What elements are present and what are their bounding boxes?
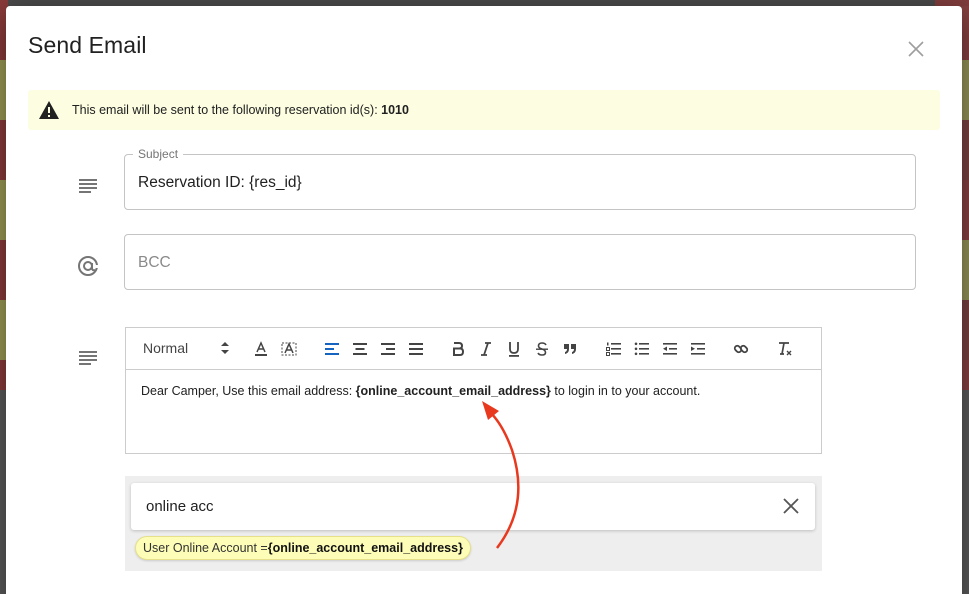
chip-label: User Online Account = bbox=[143, 541, 268, 555]
align-justify-icon[interactable] bbox=[406, 339, 426, 359]
body-text-suffix: to login in to your account. bbox=[550, 384, 701, 398]
background-color-icon[interactable] bbox=[279, 339, 299, 359]
reservation-ids: 1010 bbox=[381, 103, 409, 117]
bullet-list-icon[interactable] bbox=[632, 339, 652, 359]
align-left-icon[interactable] bbox=[322, 339, 342, 359]
alert-message: This email will be sent to the following… bbox=[72, 103, 409, 117]
strike-icon[interactable] bbox=[532, 339, 552, 359]
outdent-icon[interactable] bbox=[660, 339, 680, 359]
subject-label: Subject bbox=[133, 147, 184, 161]
italic-icon[interactable] bbox=[476, 339, 496, 359]
send-email-dialog: Send Email This email will be sent to th… bbox=[6, 6, 962, 594]
bcc-field[interactable]: BCC bbox=[124, 234, 916, 290]
body-variable: {online_account_email_address} bbox=[355, 384, 551, 398]
bold-icon[interactable] bbox=[448, 339, 468, 359]
alert-text: This email will be sent to the following… bbox=[72, 103, 382, 117]
align-right-icon[interactable] bbox=[378, 339, 398, 359]
notes-icon bbox=[76, 174, 100, 198]
email-body-editor[interactable]: Normal Dear Camper, Use this email addre… bbox=[125, 327, 822, 454]
subject-input[interactable]: Reservation ID: {res_id} bbox=[138, 174, 302, 192]
ordered-list-icon[interactable] bbox=[604, 339, 624, 359]
variable-suggestion-chip[interactable]: User Online Account = {online_account_em… bbox=[135, 536, 471, 560]
blockquote-icon[interactable] bbox=[560, 339, 580, 359]
warning-icon bbox=[38, 99, 60, 121]
variable-search-input[interactable]: online acc bbox=[131, 483, 815, 530]
reservation-alert: This email will be sent to the following… bbox=[28, 90, 940, 130]
text-color-icon[interactable] bbox=[251, 339, 271, 359]
bcc-input[interactable]: BCC bbox=[138, 254, 171, 272]
format-select[interactable]: Normal bbox=[143, 340, 229, 358]
select-arrows-icon bbox=[221, 341, 229, 358]
editor-toolbar: Normal bbox=[126, 328, 821, 370]
chip-value: {online_account_email_address} bbox=[267, 541, 463, 555]
format-select-value: Normal bbox=[143, 340, 189, 356]
link-icon[interactable] bbox=[731, 339, 751, 359]
body-text-prefix: Dear Camper, Use this email address: bbox=[141, 384, 356, 398]
dialog-title: Send Email bbox=[28, 32, 147, 58]
at-sign-icon bbox=[76, 254, 100, 278]
clear-format-icon[interactable] bbox=[775, 339, 795, 359]
underline-icon[interactable] bbox=[504, 339, 524, 359]
subject-field[interactable]: Subject Reservation ID: {res_id} bbox=[124, 147, 916, 210]
close-icon bbox=[783, 498, 799, 514]
editor-content[interactable]: Dear Camper, Use this email address: {on… bbox=[126, 370, 821, 412]
clear-search-button[interactable] bbox=[781, 496, 801, 516]
indent-icon[interactable] bbox=[688, 339, 708, 359]
variable-search-value: online acc bbox=[146, 498, 214, 515]
notes-icon bbox=[76, 346, 100, 370]
align-center-icon[interactable] bbox=[350, 339, 370, 359]
close-icon bbox=[908, 41, 924, 57]
close-button[interactable] bbox=[903, 36, 929, 62]
variable-panel: online acc User Online Account = {online… bbox=[125, 476, 822, 571]
